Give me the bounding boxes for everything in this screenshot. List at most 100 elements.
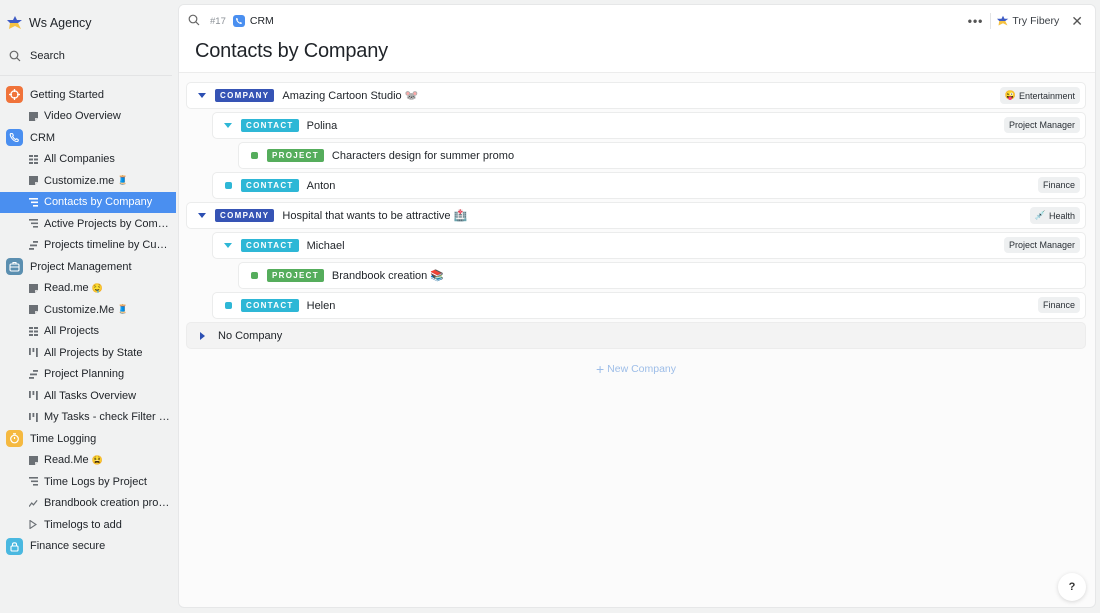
sidebar-group-time-logging[interactable]: Time Logging (0, 428, 176, 450)
sidebar-search[interactable]: Search (0, 46, 176, 66)
sidebar-item-my-tasks-check-filter-fo[interactable]: My Tasks - check Filter fo... (0, 407, 176, 429)
row-marker (220, 302, 236, 309)
project-name[interactable]: Brandbook creation 📚 (332, 269, 444, 282)
sidebar-item-video-overview[interactable]: Video Overview (0, 106, 176, 128)
search-label: Search (30, 50, 65, 62)
contact-row[interactable]: CONTACT Michael Project Manager (212, 232, 1086, 259)
company-badge: COMPANY (215, 209, 275, 222)
project-name[interactable]: Characters design for summer promo (332, 150, 514, 162)
new-company-button[interactable]: + New Company (186, 362, 1086, 376)
sidebar-nav: Getting Started Video Overview CRM All Comp… (0, 84, 176, 557)
sidebar-item-label: All Projects by State (44, 346, 143, 359)
sidebar-item-contacts-by-company[interactable]: Contacts by Company (0, 191, 176, 213)
expand-toggle[interactable] (194, 93, 210, 98)
sidebar-item-label: Projects timeline by Cust... (44, 239, 172, 252)
project-row[interactable]: PROJECT Brandbook creation 📚 (238, 262, 1086, 289)
row-marker (246, 272, 262, 279)
sidebar-item-time-logs-by-project[interactable]: Time Logs by Project (0, 471, 176, 493)
sidebar-group-label: Project Management (30, 260, 132, 273)
row-marker (220, 182, 236, 189)
close-icon[interactable]: ✕ (1071, 14, 1083, 28)
sidebar-item-brandbook-creation-progr[interactable]: Brandbook creation progr... (0, 493, 176, 515)
sidebar-item-active-projects-by-compa[interactable]: Active Projects by Compa... (0, 213, 176, 235)
role-tag[interactable]: Project Manager (1003, 237, 1080, 253)
item-emoji: 🤤 (91, 282, 103, 293)
sidebar-item-label: Customize.Me (44, 303, 115, 316)
tag-label: Finance (1042, 300, 1075, 310)
list-icon (29, 477, 38, 486)
try-fibery-label: Try Fibery (1012, 15, 1060, 27)
role-tag[interactable]: Finance (1037, 297, 1080, 313)
sidebar-item-read-me[interactable]: Read.Me 😫 (0, 450, 176, 472)
timeline-icon (29, 369, 38, 379)
contact-row[interactable]: CONTACT Helen Finance (212, 292, 1086, 319)
sidebar-item-read-me[interactable]: Read.me 🤤 (0, 278, 176, 300)
document-icon (29, 111, 38, 121)
industry-tag[interactable]: 💉 Health (1029, 207, 1080, 224)
search-icon[interactable] (188, 14, 200, 29)
company-name[interactable]: Hospital that wants to be attractive 🏥 (282, 209, 467, 222)
sidebar-group-project-management[interactable]: Project Management (0, 256, 176, 278)
sidebar-item-label: Read.Me (44, 454, 89, 467)
list-icon (29, 219, 38, 228)
sidebar-group-getting-started[interactable]: Getting Started (0, 84, 176, 106)
view-header: #17 CRM Contacts by Company ••• Try Fibe… (179, 5, 1095, 73)
contact-name[interactable]: Michael (307, 240, 345, 252)
try-fibery-button[interactable]: Try Fibery (997, 15, 1059, 27)
sidebar-group-finance-secure[interactable]: Finance secure (0, 536, 176, 558)
chart-line-icon (29, 499, 38, 508)
space-link[interactable]: CRM (250, 15, 274, 27)
sidebar-item-all-companies[interactable]: All Companies (0, 149, 176, 171)
sidebar-item-all-projects-by-state[interactable]: All Projects by State (0, 342, 176, 364)
form-icon (29, 520, 38, 530)
project-row[interactable]: PROJECT Characters design for summer prom… (238, 142, 1086, 169)
tag-label: Entertainment (1018, 90, 1075, 101)
expand-toggle[interactable] (194, 213, 210, 218)
document-icon (29, 305, 38, 315)
sidebar-item-label: My Tasks - check Filter fo... (44, 411, 172, 424)
sidebar-item-label: All Projects (44, 325, 100, 338)
briefcase-icon (6, 258, 23, 276)
company-row[interactable]: COMPANY Hospital that wants to be attract… (186, 202, 1086, 229)
contact-name[interactable]: Helen (307, 300, 336, 312)
phone-icon (6, 129, 23, 147)
document-icon (29, 176, 38, 186)
more-options-icon[interactable]: ••• (968, 15, 984, 27)
sidebar-item-project-planning[interactable]: Project Planning (0, 364, 176, 386)
contact-name[interactable]: Anton (307, 180, 336, 192)
sidebar-item-customize-me[interactable]: Customize.Me 🧵 (0, 299, 176, 321)
tag-label: Project Manager (1008, 120, 1075, 130)
contact-badge: CONTACT (241, 299, 299, 312)
expand-toggle[interactable] (220, 243, 236, 248)
sidebar-group-label: Time Logging (30, 432, 97, 445)
new-company-label: New Company (607, 363, 677, 375)
industry-tag[interactable]: 😜 Entertainment (999, 87, 1080, 104)
workspace-switcher[interactable]: Ws Agency (0, 0, 176, 46)
sidebar-item-label: Customize.me (44, 174, 115, 187)
sidebar-item-timelogs-to-add[interactable]: Timelogs to add (0, 514, 176, 536)
sidebar-group-crm[interactable]: CRM (0, 127, 176, 149)
sidebar-item-label: All Tasks Overview (44, 389, 137, 402)
company-name[interactable]: Amazing Cartoon Studio 🐭 (282, 89, 418, 102)
timeline-icon (29, 240, 38, 250)
contact-name[interactable]: Polina (307, 120, 338, 132)
contact-badge: CONTACT (241, 179, 299, 192)
contact-row[interactable]: CONTACT Anton Finance (212, 172, 1086, 199)
role-tag[interactable]: Finance (1037, 177, 1080, 193)
bullet-icon (250, 272, 258, 279)
sidebar-item-label: Timelogs to add (44, 518, 122, 531)
tag-label: Health (1048, 210, 1075, 221)
sidebar-item-label: Brandbook creation progr... (44, 497, 172, 510)
expand-toggle[interactable] (220, 123, 236, 128)
contact-row[interactable]: CONTACT Polina Project Manager (212, 112, 1086, 139)
no-company-row[interactable]: No Company (186, 322, 1086, 349)
sidebar-item-all-tasks-overview[interactable]: All Tasks Overview (0, 385, 176, 407)
sidebar-item-all-projects[interactable]: All Projects (0, 321, 176, 343)
expand-toggle[interactable] (194, 331, 210, 340)
board-icon (29, 412, 38, 422)
company-row[interactable]: COMPANY Amazing Cartoon Studio 🐭 😜 Entertai… (186, 82, 1086, 109)
sidebar-item-customize-me[interactable]: Customize.me 🧵 (0, 170, 176, 192)
sidebar-item-projects-timeline-by-cust[interactable]: Projects timeline by Cust... (0, 235, 176, 257)
help-button[interactable]: ? (1058, 573, 1086, 601)
role-tag[interactable]: Project Manager (1003, 117, 1080, 133)
